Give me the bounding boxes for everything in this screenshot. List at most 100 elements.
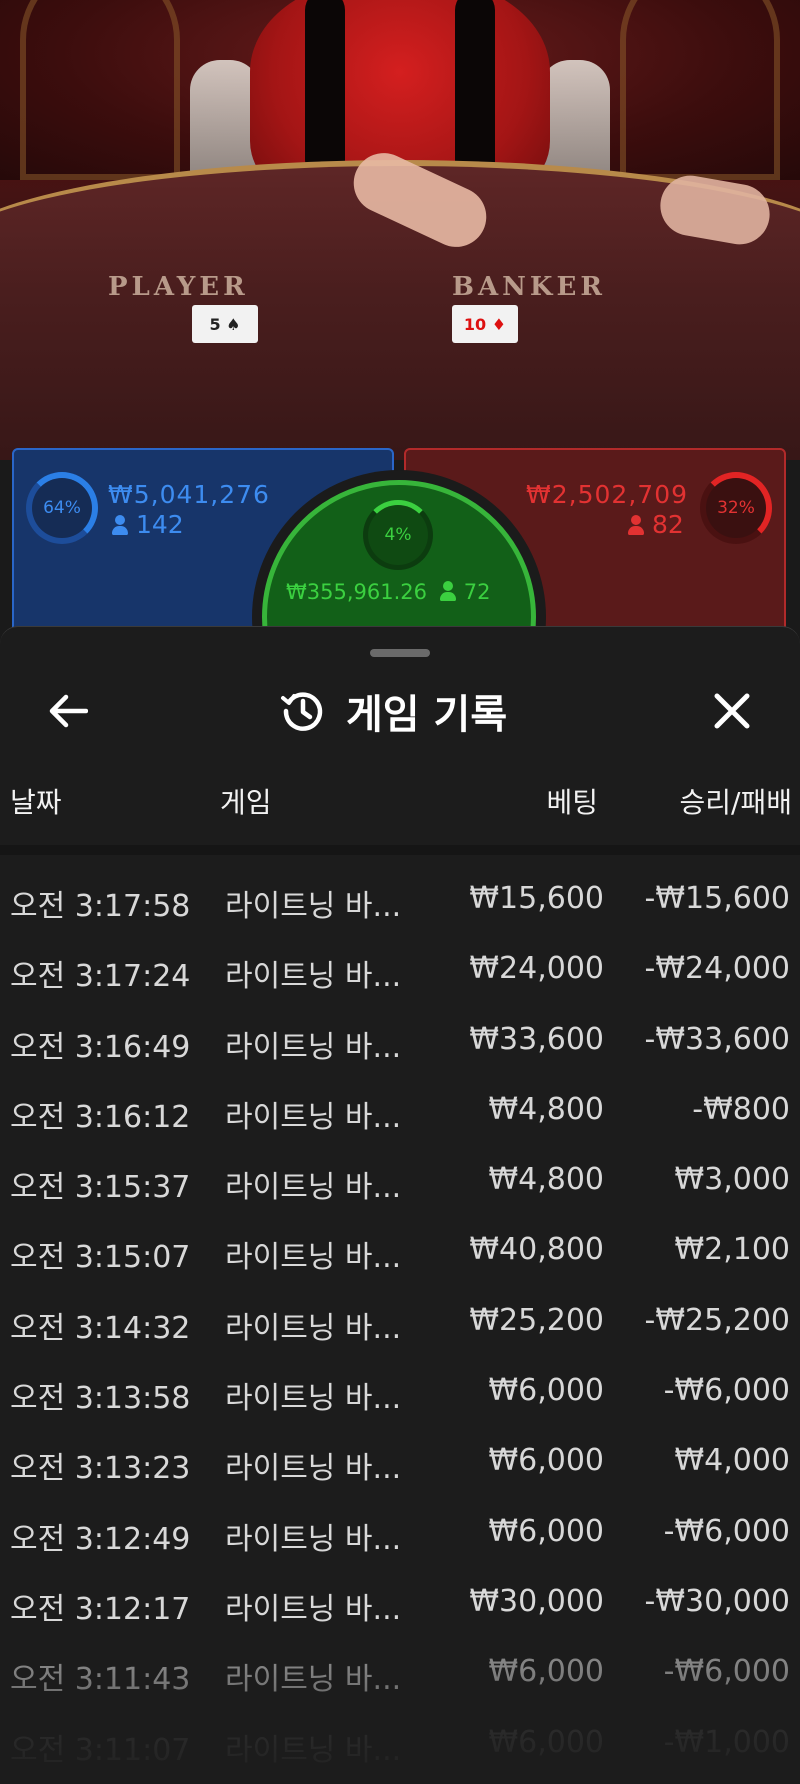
sheet-title: 게임 기록 bbox=[346, 692, 508, 738]
row-result: -₩30,000 bbox=[644, 1583, 790, 1619]
row-date: 오전 3:17:24 bbox=[10, 959, 191, 995]
row-game: 라이트닝 바... bbox=[225, 1381, 402, 1417]
table-row[interactable]: 오전 3:17:24 라이트닝 바... ₩24,000 -₩24,000 bbox=[0, 933, 800, 1003]
arrow-left-icon bbox=[49, 694, 88, 728]
tie-percent-ring: 4% bbox=[363, 500, 433, 570]
table-row[interactable]: 오전 3:11:43 라이트닝 바... ₩6,000 -₩6,000 bbox=[0, 1636, 800, 1706]
row-game: 라이트닝 바... bbox=[225, 889, 402, 924]
row-bet: ₩33,600 bbox=[469, 1021, 604, 1057]
player-card: 5 ♠ bbox=[192, 305, 258, 343]
history-icon bbox=[281, 692, 323, 731]
banker-percent: 32% bbox=[717, 498, 755, 518]
backdrop-arch bbox=[20, 0, 180, 180]
row-game: 라이트닝 바... bbox=[225, 1521, 402, 1557]
tie-bet-amount: ₩355,961.26 bbox=[286, 580, 428, 604]
table-row[interactable]: 오전 3:13:23 라이트닝 바... ₩6,000 ₩4,000 bbox=[0, 1425, 800, 1495]
banker-card: 10 ♦ bbox=[452, 305, 518, 343]
row-result: -₩6,000 bbox=[663, 1373, 790, 1409]
table-row[interactable]: 오전 3:14:32 라이트닝 바... ₩25,200 -₩25,200 bbox=[0, 1285, 800, 1355]
row-game: 라이트닝 바... bbox=[225, 1451, 402, 1487]
row-bet: ₩4,800 bbox=[488, 1162, 604, 1198]
row-bet: ₩25,200 bbox=[469, 1302, 604, 1338]
back-button[interactable] bbox=[40, 683, 96, 739]
player-count-value: 142 bbox=[136, 510, 184, 539]
tie-count-value: 72 bbox=[463, 580, 491, 604]
table-row[interactable]: 오전 3:13:58 라이트닝 바... ₩6,000 -₩6,000 bbox=[0, 1355, 800, 1425]
table-row[interactable]: 오전 3:17:58 라이트닝 바... ₩15,600 -₩15,600 bbox=[0, 863, 800, 933]
player-bettor-count: 142 bbox=[112, 510, 184, 539]
divider bbox=[0, 845, 800, 855]
table-row[interactable]: 오전 3:12:17 라이트닝 바... ₩30,000 -₩30,000 bbox=[0, 1566, 800, 1636]
row-bet: ₩30,000 bbox=[469, 1583, 604, 1619]
game-history-sheet: 게임 기록 날짜 게임 베팅 승리/패배 오전 3:17:58 라이트닝 바...… bbox=[0, 626, 800, 1784]
column-header-result: 승리/패배 bbox=[679, 786, 792, 819]
row-game: 라이트닝 바... bbox=[225, 1170, 402, 1206]
row-game: 라이트닝 바... bbox=[225, 1662, 402, 1698]
close-icon bbox=[714, 693, 750, 729]
row-result: -₩24,000 bbox=[644, 951, 790, 987]
row-result: -₩6,000 bbox=[663, 1513, 790, 1549]
row-date: 오전 3:17:58 bbox=[10, 889, 191, 924]
row-result: ₩2,100 bbox=[674, 1232, 790, 1268]
row-game: 라이트닝 바... bbox=[225, 959, 402, 995]
row-date: 오전 3:12:49 bbox=[10, 1521, 191, 1557]
person-icon bbox=[628, 515, 644, 535]
row-result: -₩1,000 bbox=[663, 1724, 790, 1760]
banker-bettor-count: 82 bbox=[628, 510, 684, 539]
row-bet: ₩6,000 bbox=[488, 1724, 604, 1760]
row-bet: ₩24,000 bbox=[469, 951, 604, 987]
banker-table-label: BANKER bbox=[452, 272, 606, 302]
close-button[interactable] bbox=[704, 683, 760, 739]
player-percent-ring: 64% bbox=[26, 472, 98, 544]
row-bet: ₩6,000 bbox=[488, 1373, 604, 1409]
table-row[interactable]: 오전 3:11:07 라이트닝 바... ₩6,000 -₩1,000 bbox=[0, 1707, 800, 1777]
row-date: 오전 3:13:23 bbox=[10, 1451, 191, 1487]
row-game: 라이트닝 바... bbox=[225, 1732, 402, 1768]
chair bbox=[540, 60, 610, 180]
table-row[interactable]: 오전 3:16:12 라이트닝 바... ₩4,800 -₩800 bbox=[0, 1074, 800, 1144]
tie-percent: 4% bbox=[384, 525, 412, 545]
column-header-game: 게임 bbox=[220, 786, 272, 819]
table-row[interactable]: 오전 3:12:49 라이트닝 바... ₩6,000 -₩6,000 bbox=[0, 1496, 800, 1566]
row-bet: ₩6,000 bbox=[488, 1513, 604, 1549]
player-bet-amount: ₩5,041,276 bbox=[108, 480, 270, 509]
tie-bet-info: ₩355,961.26 72 bbox=[286, 580, 516, 604]
row-bet: ₩15,600 bbox=[469, 881, 604, 916]
dealer-hair bbox=[305, 0, 345, 180]
row-date: 오전 3:15:37 bbox=[10, 1170, 191, 1206]
row-date: 오전 3:11:07 bbox=[10, 1732, 191, 1768]
row-result: -₩6,000 bbox=[663, 1654, 790, 1690]
row-date: 오전 3:13:58 bbox=[10, 1381, 191, 1417]
row-bet: ₩6,000 bbox=[488, 1654, 604, 1690]
row-result: -₩33,600 bbox=[644, 1021, 790, 1057]
row-result: -₩25,200 bbox=[644, 1302, 790, 1338]
row-result: -₩800 bbox=[692, 1091, 790, 1127]
table-row[interactable]: 오전 3:15:37 라이트닝 바... ₩4,800 ₩3,000 bbox=[0, 1144, 800, 1214]
person-icon bbox=[112, 515, 128, 535]
row-game: 라이트닝 바... bbox=[225, 1591, 402, 1627]
table-row[interactable]: 오전 3:15:07 라이트닝 바... ₩40,800 ₩2,100 bbox=[0, 1214, 800, 1284]
person-icon bbox=[439, 581, 456, 601]
history-list[interactable]: 오전 3:17:58 라이트닝 바... ₩15,600 -₩15,600 오전 3:… bbox=[0, 863, 800, 1777]
live-video-feed: PLAYER BANKER 5 ♠ 10 ♦ bbox=[0, 0, 800, 460]
row-date: 오전 3:11:43 bbox=[10, 1662, 191, 1698]
row-result: ₩4,000 bbox=[674, 1443, 790, 1479]
banker-bet-amount: ₩2,502,709 bbox=[526, 480, 688, 509]
player-table-label: PLAYER bbox=[108, 272, 249, 302]
banker-percent-ring: 32% bbox=[700, 472, 772, 544]
backdrop-arch bbox=[620, 0, 780, 180]
table-row[interactable]: 오전 3:16:49 라이트닝 바... ₩33,600 -₩33,600 bbox=[0, 1004, 800, 1074]
row-date: 오전 3:16:12 bbox=[10, 1099, 191, 1135]
table-header: 날짜 게임 베팅 승리/패배 bbox=[0, 769, 800, 831]
drag-handle[interactable] bbox=[370, 649, 430, 657]
row-date: 오전 3:14:32 bbox=[10, 1310, 191, 1346]
player-percent: 64% bbox=[43, 498, 81, 518]
row-date: 오전 3:12:17 bbox=[10, 1591, 191, 1627]
row-bet: ₩6,000 bbox=[488, 1443, 604, 1479]
row-game: 라이트닝 바... bbox=[225, 1240, 402, 1276]
row-game: 라이트닝 바... bbox=[225, 1029, 402, 1065]
sheet-header: 게임 기록 bbox=[280, 679, 507, 743]
banker-count-value: 82 bbox=[652, 510, 684, 539]
row-game: 라이트닝 바... bbox=[225, 1099, 402, 1135]
column-header-bet: 베팅 bbox=[546, 786, 598, 819]
